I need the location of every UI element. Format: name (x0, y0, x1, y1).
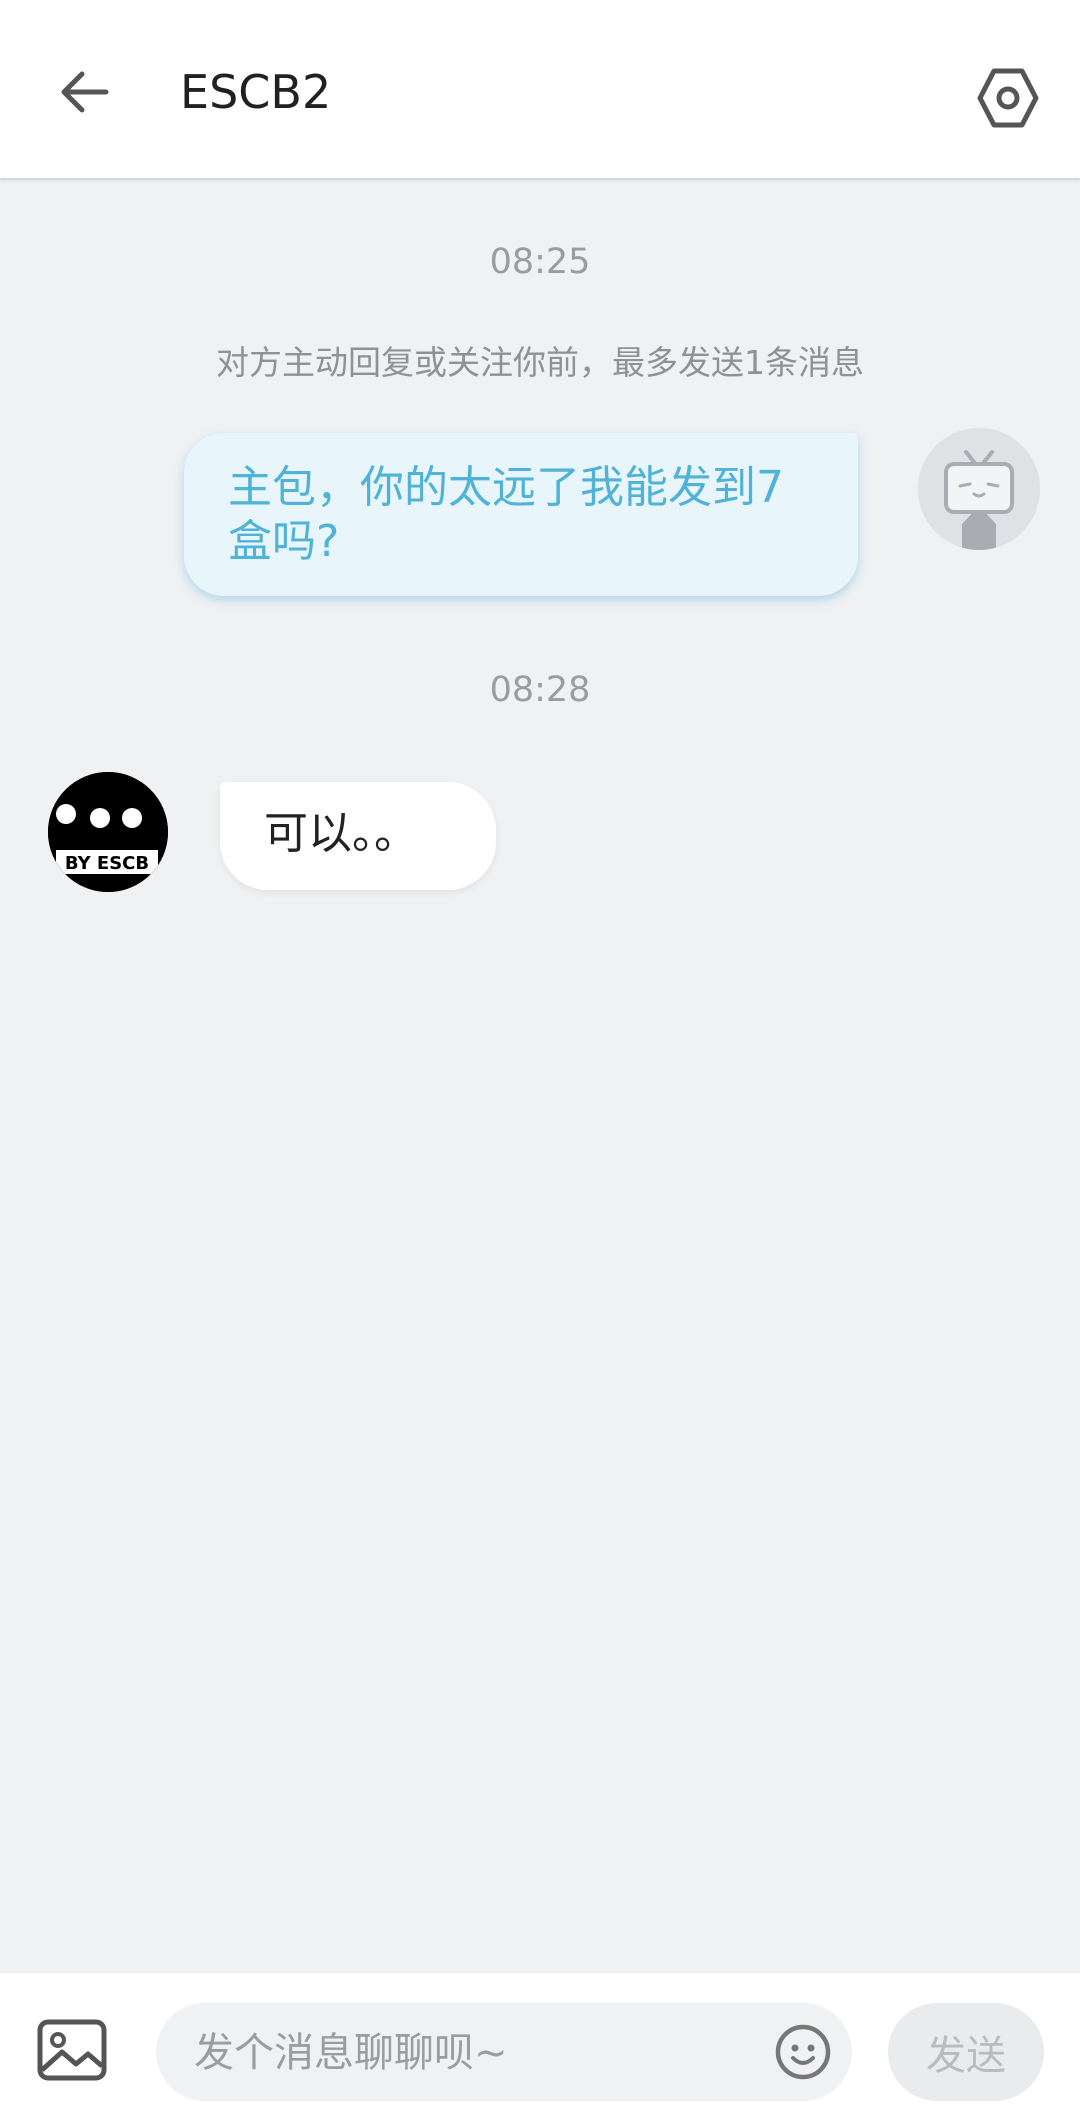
composer-bar: 发送 (0, 1973, 1080, 2109)
message-timestamp: 08:28 (489, 670, 591, 710)
emoji-icon (775, 2024, 831, 2080)
back-arrow-icon (61, 71, 109, 113)
outgoing-message-text: 主包，你的太远了我能发到7盒吗? (228, 462, 784, 567)
image-icon (37, 2019, 107, 2081)
top-bar: ESCB2 (0, 0, 1080, 180)
settings-button[interactable] (968, 58, 1048, 138)
tv-mascot-avatar-icon (918, 428, 1040, 550)
page-title: ESCB2 (180, 65, 332, 119)
outgoing-message-bubble[interactable]: 主包，你的太远了我能发到7盒吗? (184, 433, 858, 596)
incoming-message-text: 可以。。 (264, 808, 418, 859)
hexagon-settings-icon (977, 68, 1039, 128)
message-timestamp: 08:25 (489, 242, 591, 282)
contact-avatar[interactable]: BY ESCB (48, 772, 168, 892)
message-input[interactable] (192, 2003, 756, 2103)
image-button[interactable] (36, 2018, 108, 2086)
message-input-container (156, 2003, 852, 2103)
back-button[interactable] (44, 52, 124, 132)
chat-page: ESCB2 08:25 对方主动回复或关注你前，最多发送1条消息 主包，你的太远… (0, 0, 1080, 2109)
send-button[interactable]: 发送 (888, 2003, 1044, 2101)
send-limit-notice: 对方主动回复或关注你前，最多发送1条消息 (216, 343, 864, 382)
contact-avatar-image: BY ESCB (48, 772, 168, 892)
my-avatar[interactable] (918, 428, 1040, 550)
incoming-message-bubble[interactable]: 可以。。 (220, 782, 496, 890)
avatar-text: BY ESCB (65, 853, 149, 874)
emoji-button[interactable] (774, 2023, 832, 2081)
